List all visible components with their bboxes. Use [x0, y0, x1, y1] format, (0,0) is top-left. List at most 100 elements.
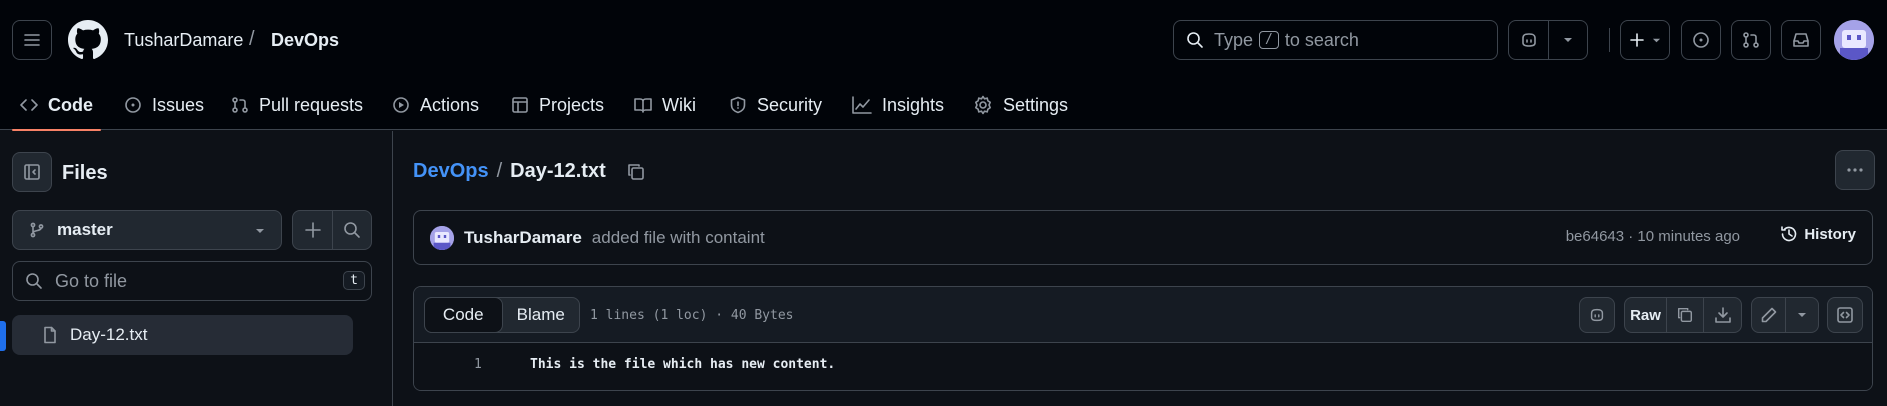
tab-issues[interactable]: Issues [124, 80, 204, 130]
search-input[interactable]: Type / to search [1173, 20, 1498, 60]
user-avatar-icon [1834, 20, 1874, 60]
code-icon [20, 99, 38, 111]
file-tree-sidebar: Files master Go to file t Day-12.txt [0, 131, 393, 406]
commit-author-link[interactable]: TusharDamare [464, 228, 582, 248]
github-logo-icon[interactable] [68, 20, 108, 60]
line-content: This is the file which has new content. [530, 357, 836, 372]
chevron-down-icon [1652, 38, 1660, 42]
shield-icon [730, 96, 746, 114]
tab-wiki[interactable]: Wiki [634, 80, 696, 130]
kebab-horizontal-icon [1847, 168, 1863, 172]
top-bar: TusharDamare / DevOps Type / to search [0, 0, 1887, 80]
code-line: 1 This is the file which has new content… [414, 343, 1872, 390]
blame-view-button[interactable]: Blame [503, 298, 580, 332]
copy-raw-button[interactable] [1667, 298, 1704, 332]
copilot-dropdown-button[interactable] [1549, 21, 1587, 59]
tab-label: Insights [882, 94, 945, 115]
edit-dropdown-button[interactable] [1786, 298, 1818, 332]
download-raw-button[interactable] [1704, 298, 1741, 332]
header-divider [1609, 28, 1610, 52]
issue-icon [125, 97, 141, 113]
go-to-file-input[interactable]: Go to file t [12, 261, 372, 301]
tab-insights[interactable]: Insights [852, 80, 944, 130]
copy-icon [1677, 307, 1693, 323]
user-avatar-icon [430, 225, 454, 250]
sidebar-collapse-icon [24, 164, 40, 180]
file-tree-item[interactable]: Day-12.txt [12, 315, 353, 355]
line-number[interactable]: 1 [474, 357, 482, 372]
hamburger-menu-button[interactable] [12, 20, 52, 60]
copilot-button-group [1508, 20, 1588, 60]
copilot-ask-button[interactable] [1579, 297, 1615, 333]
copilot-button[interactable] [1509, 21, 1549, 59]
tab-label: Pull requests [259, 94, 364, 115]
chevron-down-icon [1564, 38, 1572, 42]
issue-icon [1693, 32, 1709, 48]
raw-button[interactable]: Raw [1625, 298, 1667, 332]
code-square-icon [1837, 307, 1853, 323]
selected-file-marker [0, 321, 6, 351]
collapse-sidebar-button[interactable] [12, 152, 52, 192]
chevron-down-icon [1798, 313, 1806, 317]
table-icon [512, 97, 528, 113]
copy-path-button[interactable] [626, 162, 646, 182]
pull-request-icon [232, 97, 248, 113]
file-info: 1 lines (1 loc) · 40 Bytes [590, 308, 794, 323]
issues-button[interactable] [1681, 20, 1721, 60]
graph-icon [852, 96, 872, 114]
edit-button-group [1751, 297, 1819, 333]
create-new-button[interactable] [1620, 20, 1670, 60]
menu-icon [24, 34, 40, 46]
breadcrumb-repo-link[interactable]: DevOps [413, 160, 489, 183]
avatar[interactable] [1834, 20, 1874, 60]
file-breadcrumb: DevOps / Day-12.txt [413, 160, 646, 183]
commit-message-link[interactable]: added file with containt [592, 228, 765, 248]
symbols-panel-button[interactable] [1827, 297, 1863, 333]
search-shortcut-key: / [1259, 31, 1279, 49]
plus-icon [304, 222, 321, 238]
more-options-button[interactable] [1835, 150, 1875, 190]
add-file-button[interactable] [293, 211, 333, 249]
history-icon [1781, 226, 1797, 242]
search-prefix: Type [1214, 29, 1254, 50]
latest-commit-box: TusharDamare added file with containt be… [413, 210, 1873, 265]
tab-label: Projects [539, 94, 605, 115]
sidebar-actions [292, 210, 372, 250]
breadcrumb-separator: / [249, 28, 255, 50]
pull-requests-button[interactable] [1731, 20, 1771, 60]
raw-copy-download-group: Raw [1624, 297, 1742, 333]
search-icon [1187, 32, 1203, 48]
code-view-button[interactable]: Code [424, 297, 503, 333]
pencil-icon [1761, 307, 1776, 323]
branch-selector[interactable]: master [12, 210, 282, 250]
tab-actions[interactable]: Actions [392, 80, 479, 130]
pull-request-icon [1743, 32, 1759, 48]
file-tree-item-label: Day-12.txt [70, 325, 148, 344]
search-files-button[interactable] [333, 211, 371, 249]
go-to-file-placeholder: Go to file [55, 270, 128, 291]
search-icon [344, 222, 360, 238]
tab-code[interactable]: Code [12, 80, 101, 131]
search-suffix: to search [1284, 29, 1359, 50]
go-to-file-shortcut: t [343, 271, 365, 290]
copy-icon [627, 163, 644, 180]
files-title: Files [62, 162, 108, 184]
file-viewer: Code Blame 1 lines (1 loc) · 40 Bytes Ra… [413, 286, 1873, 391]
commit-meta[interactable]: be64643 · 10 minutes ago [1566, 228, 1740, 245]
tab-security[interactable]: Security [729, 80, 822, 130]
history-button[interactable]: History [1780, 225, 1856, 243]
branch-icon [30, 222, 44, 238]
owner-link[interactable]: TusharDamare [124, 30, 243, 51]
edit-file-button[interactable] [1752, 298, 1786, 332]
tab-pull-requests[interactable]: Pull requests [231, 80, 363, 130]
gear-icon [975, 95, 991, 115]
inbox-button[interactable] [1781, 20, 1821, 60]
history-label: History [1804, 225, 1856, 243]
tab-label: Issues [152, 94, 205, 115]
tab-settings[interactable]: Settings [973, 80, 1068, 130]
avatar[interactable] [430, 225, 454, 250]
tab-projects[interactable]: Projects [511, 80, 604, 130]
repo-link[interactable]: DevOps [271, 30, 339, 51]
copilot-icon [1590, 308, 1604, 322]
chevron-down-icon [256, 229, 264, 233]
